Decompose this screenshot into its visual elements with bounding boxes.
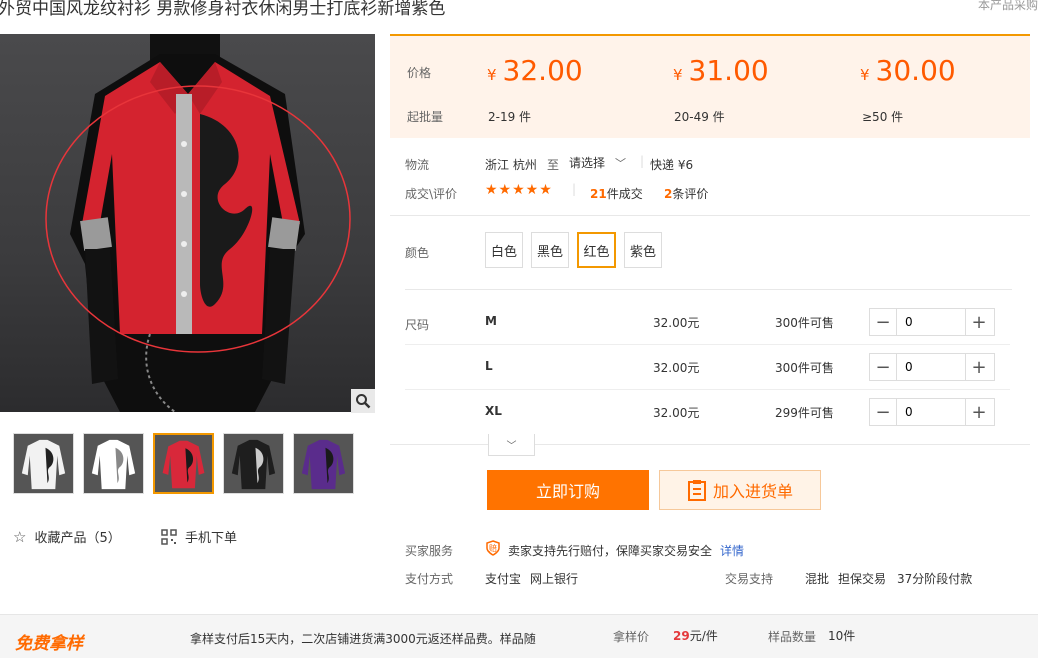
increment-button[interactable]: + xyxy=(966,399,992,425)
free-sample-desc: 拿样支付后15天内，二次店铺进货满3000元返还样品费。样品随 xyxy=(190,632,536,646)
shirt-thumbnail-image xyxy=(14,434,73,493)
decrement-button[interactable]: − xyxy=(870,354,896,380)
shirt-thumbnail-image xyxy=(294,434,353,493)
shirt-thumbnail-image xyxy=(155,435,212,492)
product-title: 外贸中国风龙纹衬衫 男款修身衬衣休闲男士打底衫新增紫色 xyxy=(0,0,446,19)
thumbnail-purple-shirt[interactable] xyxy=(293,433,354,494)
qty-range-1: 2-19 件 xyxy=(488,110,532,124)
chevron-down-icon: ﹀ xyxy=(506,441,517,452)
quantity-stepper: −+ xyxy=(869,308,995,336)
mobile-order-label: 手机下单 xyxy=(185,531,238,546)
services-label: 买家服务 xyxy=(405,544,454,558)
sample-price-label: 拿样价 xyxy=(613,630,650,644)
thumbnail-red-shirt[interactable] xyxy=(153,433,214,494)
svg-text:赔: 赔 xyxy=(489,543,497,553)
add-to-cart-label: 加入进货单 xyxy=(712,482,793,501)
shipping-fee: 快递 ¥6 xyxy=(650,158,694,172)
price-tier-1: ¥32.00 xyxy=(487,54,583,87)
color-option-white[interactable]: 白色 xyxy=(485,232,523,268)
divider xyxy=(405,289,1012,290)
reviews-label: 成交\评价 xyxy=(405,187,458,201)
price-box: 价格 起批量 ¥32.00 ¥31.00 ¥30.00 2-19 件 20-49… xyxy=(390,34,1030,138)
shirt-thumbnail-image xyxy=(224,434,283,493)
logistics-to: 至 xyxy=(547,158,560,172)
payment-method-bank: 网上银行 xyxy=(530,572,579,586)
chevron-down-icon: ﹀ xyxy=(615,156,627,170)
increment-button[interactable]: + xyxy=(966,354,992,380)
free-sample-bar: 免费拿样 拿样支付后15天内，二次店铺进货满3000元返还样品费。样品随 拿样价… xyxy=(0,614,1038,658)
size-price: 32.00元 xyxy=(653,361,700,375)
add-to-cart-button[interactable]: 加入进货单 xyxy=(659,470,821,510)
size-price: 32.00元 xyxy=(653,316,700,330)
star-outline-icon: ☆ xyxy=(13,527,27,546)
size-stock: 300件可售 xyxy=(775,361,834,375)
thumbnail-white-shirt-white[interactable] xyxy=(83,433,144,494)
size-label: 尺码 xyxy=(405,318,430,332)
expand-sizes-button[interactable]: ﹀ xyxy=(488,434,535,456)
quantity-input[interactable] xyxy=(896,399,966,425)
decrement-button[interactable]: − xyxy=(870,399,896,425)
logistics-label: 物流 xyxy=(405,158,430,172)
zoom-icon[interactable] xyxy=(351,389,375,413)
region-select[interactable]: 请选择 ﹀ xyxy=(569,154,626,171)
row-divider xyxy=(405,344,1010,345)
logistics-from: 浙江 杭州 xyxy=(485,158,537,172)
favorite-product-link[interactable]: ☆ 收藏产品（5） xyxy=(13,527,121,547)
region-select-value: 请选择 xyxy=(569,156,606,170)
size-name: XL xyxy=(485,404,502,418)
decrement-button[interactable]: − xyxy=(870,309,896,335)
price-tier-2: ¥31.00 xyxy=(673,54,769,87)
qty-range-3: ≥50 件 xyxy=(862,110,904,124)
thumbnail-white-shirt-black-dragon[interactable] xyxy=(13,433,74,494)
color-option-purple[interactable]: 紫色 xyxy=(624,232,662,268)
payment-method-alipay: 支付宝 xyxy=(485,572,522,586)
batch-label: 起批量 xyxy=(407,110,444,124)
quantity-input[interactable] xyxy=(896,309,966,335)
quantity-input[interactable] xyxy=(896,354,966,380)
services-text: 卖家支持先行赔付，保障买家交易安全 xyxy=(508,544,713,558)
qty-range-2: 20-49 件 xyxy=(674,110,725,124)
favorite-label: 收藏产品（5） xyxy=(34,531,121,546)
increment-button[interactable]: + xyxy=(966,309,992,335)
size-stock: 300件可售 xyxy=(775,316,834,330)
trade-support-mixed: 混批 xyxy=(805,572,830,586)
price-tier-3: ¥30.00 xyxy=(860,54,956,87)
price-label: 价格 xyxy=(407,66,432,80)
shield-icon: 赔 xyxy=(486,540,500,556)
sample-price: 29元/件 xyxy=(673,629,718,643)
rating-stars-icon: ★★★★★ xyxy=(485,182,553,198)
trade-support-installment: 37分阶段付款 xyxy=(897,572,973,586)
payment-label: 支付方式 xyxy=(405,572,454,586)
qrcode-icon xyxy=(161,528,177,545)
color-option-red[interactable]: 红色 xyxy=(577,232,616,268)
size-row-xl: XL32.00元299件可售−+ xyxy=(485,398,1010,456)
product-note: 本产品采购 xyxy=(977,0,1038,12)
services-detail-link[interactable]: 详情 xyxy=(720,542,744,559)
quantity-stepper: −+ xyxy=(869,353,995,381)
free-sample-badge: 免费拿样 xyxy=(15,634,83,654)
clipboard-icon xyxy=(687,480,706,501)
buy-now-button[interactable]: 立即订购 xyxy=(487,470,649,510)
size-stock: 299件可售 xyxy=(775,406,834,420)
divider xyxy=(390,444,1030,445)
main-product-image[interactable] xyxy=(0,34,375,412)
color-label: 颜色 xyxy=(405,246,430,260)
divider xyxy=(390,215,1030,216)
deals-count[interactable]: 21件成交 xyxy=(590,185,643,202)
sample-qty-value: 10件 xyxy=(828,629,856,643)
review-count[interactable]: 2条评价 xyxy=(664,185,708,202)
row-divider xyxy=(405,389,1010,390)
mobile-order-link[interactable]: 手机下单 xyxy=(161,527,237,546)
size-name: L xyxy=(485,359,493,373)
color-option-black[interactable]: 黑色 xyxy=(531,232,569,268)
size-price: 32.00元 xyxy=(653,406,700,420)
trade-support-label: 交易支持 xyxy=(725,572,774,586)
trade-support-escrow: 担保交易 xyxy=(838,572,887,586)
thumbnail-black-shirt[interactable] xyxy=(223,433,284,494)
sample-qty-label: 样品数量 xyxy=(768,630,817,644)
shirt-thumbnail-image xyxy=(84,434,143,493)
red-shirt-illustration xyxy=(45,34,351,412)
quantity-stepper: −+ xyxy=(869,398,995,426)
size-name: M xyxy=(485,314,497,328)
